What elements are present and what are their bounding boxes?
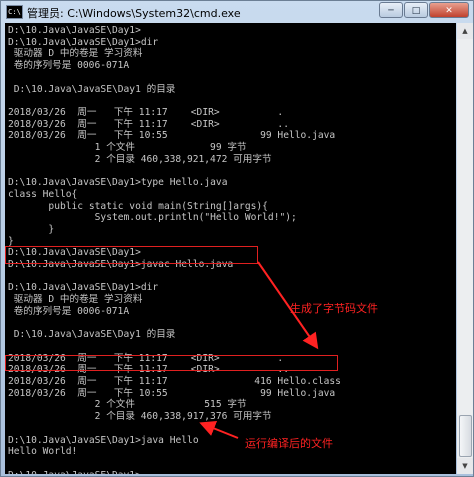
bytecode-annotation: 生成了字节码文件 <box>290 302 378 315</box>
run-annotation: 运行编译后的文件 <box>245 437 333 450</box>
annotation-arrows <box>199 261 319 439</box>
run-arrow <box>199 421 239 439</box>
